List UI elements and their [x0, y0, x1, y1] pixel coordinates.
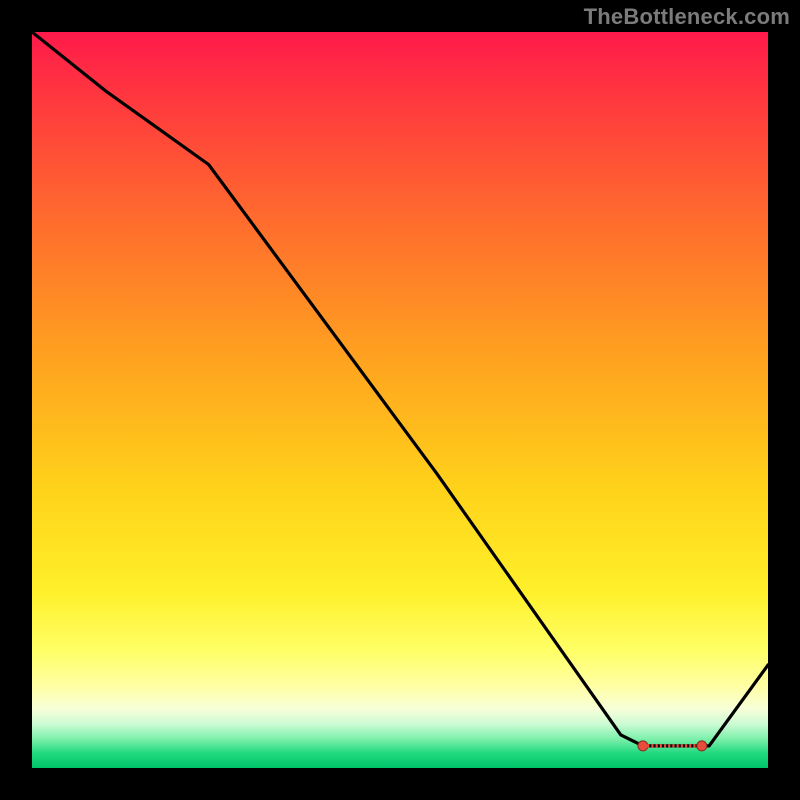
marker-dash: [689, 744, 691, 748]
marker-dash: [668, 744, 670, 748]
marker-dash: [672, 744, 674, 748]
marker-dash: [656, 744, 658, 748]
marker-dash: [664, 744, 666, 748]
marker-dash: [660, 744, 662, 748]
marker-dash: [685, 744, 687, 748]
marker-dash: [651, 744, 653, 748]
marker-dash: [693, 744, 695, 748]
plot-area: [32, 32, 768, 768]
chart-svg: [32, 32, 768, 768]
curve-path: [32, 32, 768, 746]
marker-dash: [698, 744, 700, 748]
markers-group: [638, 741, 707, 751]
marker-dash: [681, 744, 683, 748]
watermark-text: TheBottleneck.com: [584, 4, 790, 30]
chart-container: TheBottleneck.com: [0, 0, 800, 800]
marker-dash: [647, 744, 649, 748]
marker-dash: [677, 744, 679, 748]
marker-dash: [643, 744, 645, 748]
